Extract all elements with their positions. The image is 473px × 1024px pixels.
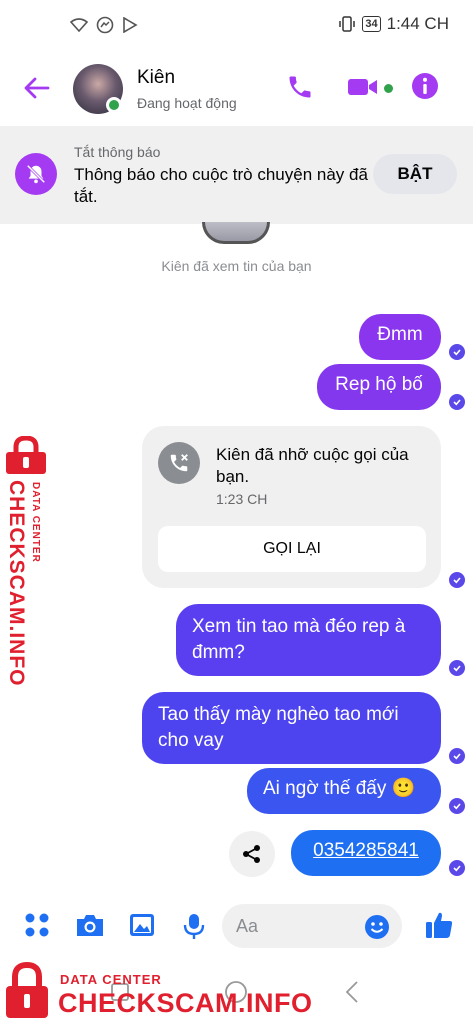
- read-receipt-icon: [449, 748, 465, 764]
- status-bar: 34 1:44 CH: [0, 0, 473, 50]
- gallery-icon[interactable]: [128, 912, 156, 938]
- vibrate-icon: [339, 16, 356, 32]
- phone-call-icon[interactable]: [286, 73, 314, 101]
- share-icon[interactable]: [229, 831, 275, 877]
- watermark-bottom-small: DATA CENTER: [60, 972, 162, 987]
- back-arrow-icon[interactable]: [22, 73, 52, 103]
- message-bubble[interactable]: Rep hộ bố: [317, 364, 441, 410]
- video-call-icon[interactable]: [347, 73, 379, 101]
- read-receipt-icon: [449, 860, 465, 876]
- lock-icon: [6, 436, 46, 474]
- watermark-lock-icon: [6, 962, 48, 1018]
- read-receipt-icon: [449, 798, 465, 814]
- clock: 1:44 CH: [386, 14, 449, 33]
- contact-status: Đang hoạt động: [137, 95, 237, 111]
- battery-level: 34: [362, 16, 381, 32]
- watermark-side-text: CHECKSCAM.INFO: [5, 480, 28, 687]
- missed-call-time: 1:23 CH: [216, 491, 268, 507]
- notice-text: Thông báo cho cuộc trò chuyện này đã tắt…: [74, 165, 368, 206]
- missed-call-card: Kiên đã nhỡ cuộc gọi của bạn. 1:23 CH GỌ…: [142, 426, 441, 588]
- message-bubble[interactable]: Tao thấy mày nghèo tao mới cho vay: [142, 692, 441, 764]
- watermark-bottom-big: CHECKSCAM.INFO: [58, 988, 313, 1018]
- online-indicator: [106, 97, 122, 113]
- info-icon[interactable]: [411, 72, 439, 100]
- system-status: 34 1:44 CH: [338, 14, 449, 34]
- apps-grid-icon[interactable]: [24, 912, 50, 938]
- play-store-icon: [123, 17, 138, 33]
- bell-off-icon: [15, 153, 57, 195]
- camera-icon[interactable]: [75, 912, 105, 938]
- chat-header: Kiên Đang hoạt động: [0, 55, 473, 121]
- mute-notice-banner: Tắt thông báo Thông báo cho cuộc trò chu…: [0, 126, 473, 224]
- read-receipt-icon: [449, 394, 465, 410]
- watermark-side: CHECKSCAM.INFO DATA CENTER: [0, 436, 54, 687]
- watermark-side-small: DATA CENTER: [30, 482, 41, 563]
- emoji-icon[interactable]: [364, 914, 390, 940]
- read-receipt-icon: [449, 344, 465, 360]
- message-bubble[interactable]: Xem tin tao mà đéo rep à đmm?: [176, 604, 441, 676]
- message-bubble[interactable]: Ai ngờ thế đấy 🙂: [247, 768, 441, 814]
- message-bubble[interactable]: Đmm: [359, 314, 441, 360]
- back-nav-icon[interactable]: [344, 980, 360, 1004]
- unmute-button[interactable]: BẬT: [373, 154, 457, 194]
- notice-title: Tắt thông báo: [74, 144, 161, 160]
- video-online-dot: [384, 84, 393, 93]
- phone-number-link[interactable]: 0354285841: [291, 830, 441, 876]
- missed-call-text: Kiên đã nhỡ cuộc gọi của bạn.: [216, 445, 409, 486]
- contact-name[interactable]: Kiên: [137, 67, 175, 89]
- seen-avatar: [202, 222, 270, 244]
- messenger-icon: [96, 16, 114, 34]
- call-back-button[interactable]: GỌI LẠI: [158, 526, 426, 572]
- thumbs-up-icon[interactable]: [424, 910, 454, 940]
- seen-indicator-text: Kiên đã xem tin của bạn: [161, 258, 312, 274]
- read-receipt-icon: [449, 572, 465, 588]
- missed-call-icon: [158, 442, 200, 484]
- read-receipt-icon: [449, 660, 465, 676]
- wifi-icon: [70, 18, 88, 32]
- message-composer: [0, 898, 473, 956]
- notification-icons: [70, 16, 138, 34]
- microphone-icon[interactable]: [182, 912, 206, 940]
